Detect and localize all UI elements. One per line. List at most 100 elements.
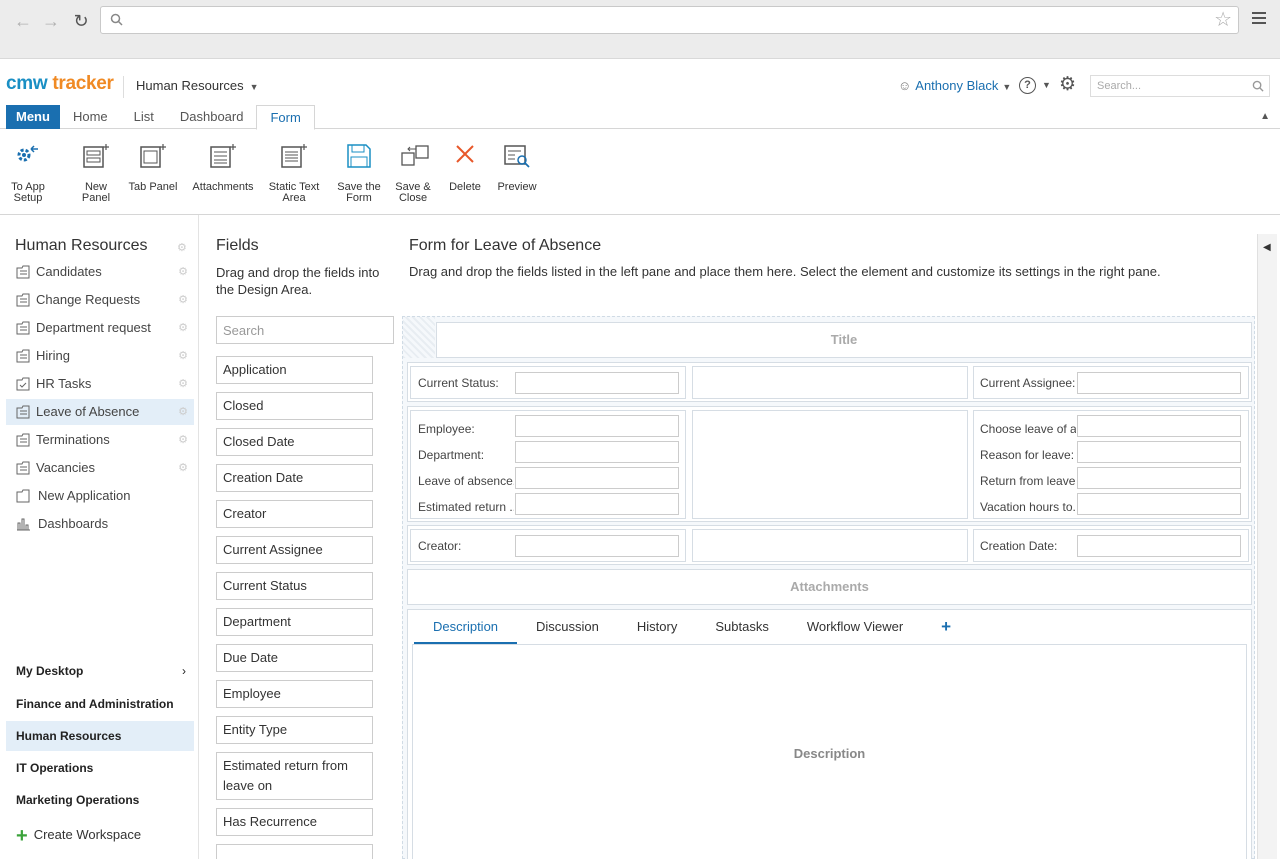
workspace-it-operations[interactable]: IT Operations (6, 753, 194, 783)
form-panel[interactable]: Creation Date: (973, 529, 1249, 562)
field-item[interactable]: Closed (216, 392, 373, 420)
creation-date-field[interactable] (1077, 535, 1241, 557)
right-pane-toggle[interactable]: ◀ (1257, 234, 1277, 859)
field-item[interactable]: Current Status (216, 572, 373, 600)
workspace-finance-administration[interactable]: Finance and Administration (6, 689, 194, 719)
tab-description[interactable]: Description (414, 610, 518, 644)
workspace-marketing-operations[interactable]: Marketing Operations (6, 785, 194, 815)
sidebar-item-candidates[interactable]: Candidates ⚙ (6, 259, 194, 285)
field-item[interactable] (216, 844, 373, 859)
field-item[interactable]: Due Date (216, 644, 373, 672)
tab-discussion[interactable]: Discussion (517, 610, 618, 644)
form-panel[interactable]: Current Status: (410, 366, 686, 399)
add-tab-icon[interactable]: + (922, 610, 970, 644)
tab-list[interactable]: List (121, 105, 167, 129)
field-item[interactable]: Estimated return from leave on (216, 752, 373, 800)
sidebar-item-change-requests[interactable]: Change Requests ⚙ (6, 287, 194, 313)
form-title-placeholder[interactable]: Title (436, 322, 1252, 358)
current-status-field[interactable] (515, 372, 679, 394)
save-close-button[interactable]: Save & Close (392, 143, 434, 204)
tab-home[interactable]: Home (60, 105, 121, 129)
user-menu[interactable]: ☺ Anthony Black ▼ (898, 78, 1011, 93)
field-item[interactable]: Current Assignee (216, 536, 373, 564)
gear-icon[interactable]: ⚙ (178, 399, 188, 425)
app-logo[interactable]: cmw tracker (6, 73, 114, 95)
form-panel-empty[interactable] (692, 410, 968, 519)
sidebar-item-hr-tasks[interactable]: HR Tasks ⚙ (6, 371, 194, 397)
form-panel-empty[interactable] (692, 529, 968, 562)
tab-workflow-viewer[interactable]: Workflow Viewer (788, 610, 922, 644)
tab-panel-body[interactable]: Description (412, 644, 1247, 859)
tab-dashboard[interactable]: Dashboard (167, 105, 257, 129)
field-item[interactable]: Department (216, 608, 373, 636)
tab-form[interactable]: Form (256, 105, 315, 130)
gear-icon[interactable]: ⚙ (178, 315, 188, 341)
reason-for-leave-field[interactable] (1077, 441, 1241, 463)
gear-icon[interactable]: ⚙ (178, 427, 188, 453)
field-item[interactable]: Creation Date (216, 464, 373, 492)
delete-button[interactable]: Delete (446, 143, 484, 193)
workspace-my-desktop[interactable]: My Desktop › (6, 656, 194, 686)
design-area[interactable]: Title Current Status: Current Assignee: … (402, 316, 1255, 859)
tab-history[interactable]: History (618, 610, 696, 644)
sidebar-item-hiring[interactable]: Hiring ⚙ (6, 343, 194, 369)
gear-icon[interactable]: ⚙ (177, 241, 187, 254)
form-panel-row-3[interactable]: Creator: Creation Date: (407, 525, 1252, 565)
field-item[interactable]: Closed Date (216, 428, 373, 456)
tab-menu[interactable]: Menu (6, 105, 60, 129)
vacation-hours-field[interactable] (1077, 493, 1241, 515)
reload-icon[interactable]: ↻ (71, 11, 91, 31)
creator-field[interactable] (515, 535, 679, 557)
settings-gear-icon[interactable]: ⚙ (1059, 75, 1076, 95)
global-search-input[interactable]: Search... (1090, 75, 1270, 97)
tab-panel-button[interactable]: Tab Panel (126, 143, 180, 193)
attachments-area[interactable]: Attachments (407, 569, 1252, 605)
gear-icon[interactable]: ⚙ (178, 371, 188, 397)
sidebar-item-leave-of-absence[interactable]: Leave of Absence ⚙ (6, 399, 194, 425)
tab-panel[interactable]: Description Discussion History Subtasks … (407, 609, 1252, 859)
help-icon[interactable]: ? (1019, 77, 1036, 94)
new-panel-button[interactable]: New Panel (74, 143, 118, 204)
gear-icon[interactable]: ⚙ (178, 259, 188, 285)
field-item[interactable]: Creator (216, 500, 373, 528)
preview-button[interactable]: Preview (496, 143, 538, 193)
field-item[interactable]: Has Recurrence (216, 808, 373, 836)
forward-icon[interactable]: → (41, 11, 61, 31)
gear-icon[interactable]: ⚙ (178, 287, 188, 313)
workspace-switcher[interactable]: Human Resources ▼ (136, 78, 259, 93)
form-panel[interactable]: Creator: (410, 529, 686, 562)
leave-of-absence-field[interactable] (515, 467, 679, 489)
collapse-ribbon-icon[interactable]: ▲ (1260, 111, 1270, 122)
tab-subtasks[interactable]: Subtasks (696, 610, 787, 644)
save-form-button[interactable]: Save the Form (336, 143, 382, 204)
browser-menu-icon[interactable] (1252, 12, 1266, 27)
to-app-setup-button[interactable]: To App Setup (6, 143, 50, 204)
estimated-return-field[interactable] (515, 493, 679, 515)
choose-leave-field[interactable] (1077, 415, 1241, 437)
form-panel-row-1[interactable]: Current Status: Current Assignee: (407, 362, 1252, 402)
form-panel[interactable]: Choose leave of a... Reason for leave: R… (973, 410, 1249, 519)
field-item[interactable]: Application (216, 356, 373, 384)
sidebar-item-dashboards[interactable]: Dashboards (6, 511, 194, 537)
back-icon[interactable]: ← (13, 11, 33, 31)
gear-icon[interactable]: ⚙ (178, 343, 188, 369)
drag-handle[interactable] (403, 317, 435, 358)
form-panel-row-2[interactable]: Employee: Department: Leave of absence..… (407, 406, 1252, 522)
form-panel-empty[interactable] (692, 366, 968, 399)
sidebar-item-department-request[interactable]: Department request ⚙ (6, 315, 194, 341)
address-bar[interactable]: ☆ (100, 6, 1239, 34)
current-assignee-field[interactable] (1077, 372, 1241, 394)
return-from-leave-field[interactable] (1077, 467, 1241, 489)
attachments-button[interactable]: Attachments (190, 143, 256, 193)
employee-field[interactable] (515, 415, 679, 437)
workspace-human-resources[interactable]: Human Resources (6, 721, 194, 751)
bookmark-star-icon[interactable]: ☆ (1214, 10, 1232, 30)
gear-icon[interactable]: ⚙ (178, 455, 188, 481)
field-item[interactable]: Employee (216, 680, 373, 708)
create-workspace-button[interactable]: + Create Workspace (16, 825, 141, 848)
field-item[interactable]: Entity Type (216, 716, 373, 744)
chevron-down-icon[interactable]: ▼ (1042, 80, 1051, 90)
form-panel[interactable]: Employee: Department: Leave of absence..… (410, 410, 686, 519)
fields-search-input[interactable]: Search (216, 316, 394, 344)
form-panel[interactable]: Current Assignee: (973, 366, 1249, 399)
